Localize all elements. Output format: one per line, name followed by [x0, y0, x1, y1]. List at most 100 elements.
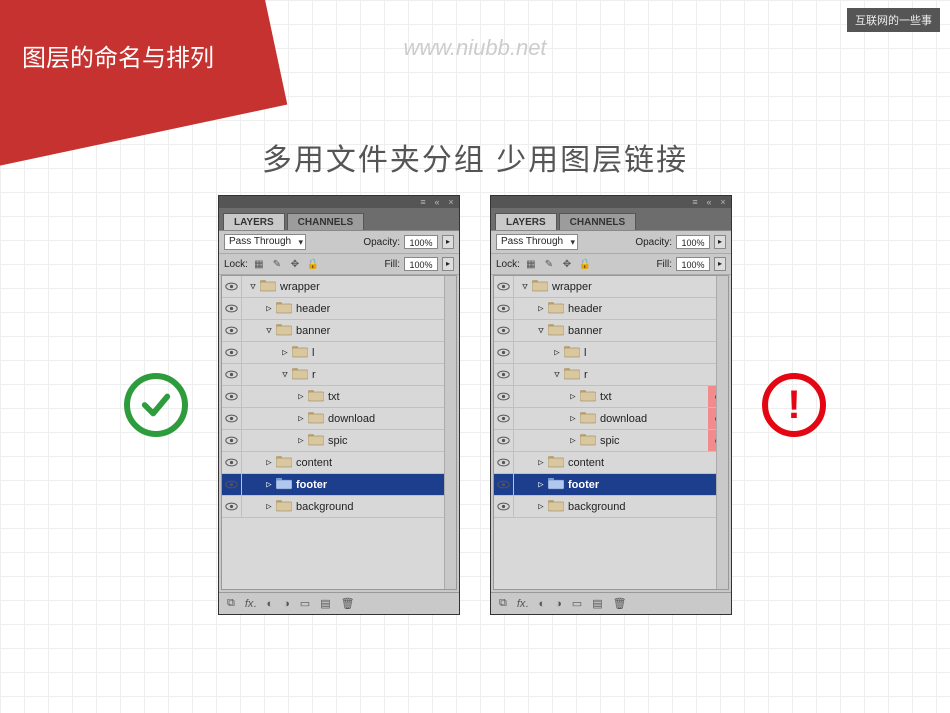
chevron-down-icon[interactable]: ▽	[264, 326, 274, 336]
adjustment-layer-icon[interactable]: ◑	[283, 598, 290, 610]
layer-fx-icon[interactable]: fx.	[245, 598, 257, 610]
chevron-right-icon[interactable]: ▷	[568, 436, 578, 446]
chevron-right-icon[interactable]: ▷	[568, 392, 578, 402]
close-icon[interactable]: ×	[719, 198, 727, 206]
fill-flyout-icon[interactable]: ▸	[714, 257, 726, 271]
layer-row-content[interactable]: ▷content	[494, 452, 728, 474]
visibility-toggle-icon[interactable]	[222, 430, 242, 451]
new-group-icon[interactable]: ▭	[300, 597, 310, 610]
chevron-right-icon[interactable]: ▷	[296, 436, 306, 446]
layer-row-banner[interactable]: ▽banner	[222, 320, 456, 342]
opacity-flyout-icon[interactable]: ▸	[714, 235, 726, 249]
tab-layers[interactable]: LAYERS	[223, 213, 285, 230]
visibility-toggle-icon[interactable]	[494, 474, 514, 495]
visibility-toggle-icon[interactable]	[222, 474, 242, 495]
visibility-toggle-icon[interactable]	[222, 364, 242, 385]
chevron-right-icon[interactable]: ▷	[536, 480, 546, 490]
layer-row-header[interactable]: ▷header	[494, 298, 728, 320]
visibility-toggle-icon[interactable]	[222, 386, 242, 407]
visibility-toggle-icon[interactable]	[494, 452, 514, 473]
chevron-right-icon[interactable]: ▷	[264, 458, 274, 468]
visibility-toggle-icon[interactable]	[222, 496, 242, 517]
visibility-toggle-icon[interactable]	[222, 452, 242, 473]
layer-row-r[interactable]: ▽r	[494, 364, 728, 386]
fill-flyout-icon[interactable]: ▸	[442, 257, 454, 271]
chevron-right-icon[interactable]: ▷	[280, 348, 290, 358]
layer-row-content[interactable]: ▷content	[222, 452, 456, 474]
collapse-icon[interactable]: «	[433, 198, 441, 206]
opacity-input[interactable]: 100%	[404, 235, 438, 249]
layer-row-txt[interactable]: ▷txt	[222, 386, 456, 408]
scrollbar[interactable]	[444, 276, 456, 589]
link-layers-icon[interactable]: ⧉	[499, 597, 507, 610]
fill-input[interactable]: 100%	[404, 257, 438, 271]
layer-row-wrapper[interactable]: ▽wrapper	[494, 276, 728, 298]
chevron-right-icon[interactable]: ▷	[568, 414, 578, 424]
layer-row-header[interactable]: ▷header	[222, 298, 456, 320]
lock-position-icon[interactable]: ✥	[288, 257, 302, 271]
flyout-menu-icon[interactable]: ≡	[691, 198, 699, 206]
chevron-down-icon[interactable]: ▽	[552, 370, 562, 380]
layer-row-download[interactable]: ▷download	[222, 408, 456, 430]
layer-row-spic[interactable]: ▷spic	[494, 430, 728, 452]
layer-row-banner[interactable]: ▽banner	[494, 320, 728, 342]
lock-transparency-icon[interactable]: ▦	[252, 257, 266, 271]
chevron-right-icon[interactable]: ▷	[536, 458, 546, 468]
layer-row-footer[interactable]: ▷footer	[494, 474, 728, 496]
visibility-toggle-icon[interactable]	[494, 342, 514, 363]
close-icon[interactable]: ×	[447, 198, 455, 206]
layer-row-background[interactable]: ▷background	[494, 496, 728, 518]
chevron-right-icon[interactable]: ▷	[552, 348, 562, 358]
layer-row-l[interactable]: ▷l	[494, 342, 728, 364]
chevron-down-icon[interactable]: ▽	[248, 282, 258, 292]
opacity-input[interactable]: 100%	[676, 235, 710, 249]
lock-position-icon[interactable]: ✥	[560, 257, 574, 271]
adjustment-layer-icon[interactable]: ◑	[555, 598, 562, 610]
chevron-right-icon[interactable]: ▷	[296, 414, 306, 424]
blend-mode-select[interactable]: Pass Through	[224, 234, 306, 250]
chevron-down-icon[interactable]: ▽	[280, 370, 290, 380]
new-group-icon[interactable]: ▭	[572, 597, 582, 610]
chevron-down-icon[interactable]: ▽	[520, 282, 530, 292]
layer-row-l[interactable]: ▷l	[222, 342, 456, 364]
lock-all-icon[interactable]: 🔒	[306, 257, 320, 271]
chevron-right-icon[interactable]: ▷	[264, 502, 274, 512]
chevron-right-icon[interactable]: ▷	[296, 392, 306, 402]
layer-row-footer[interactable]: ▷footer	[222, 474, 456, 496]
visibility-toggle-icon[interactable]	[494, 276, 514, 297]
visibility-toggle-icon[interactable]	[222, 276, 242, 297]
visibility-toggle-icon[interactable]	[494, 364, 514, 385]
chevron-down-icon[interactable]: ▽	[536, 326, 546, 336]
lock-all-icon[interactable]: 🔒	[578, 257, 592, 271]
layer-row-background[interactable]: ▷background	[222, 496, 456, 518]
visibility-toggle-icon[interactable]	[222, 320, 242, 341]
layer-mask-icon[interactable]: ◐	[538, 598, 545, 610]
layer-row-txt[interactable]: ▷txt	[494, 386, 728, 408]
lock-paint-icon[interactable]: ✎	[542, 257, 556, 271]
visibility-toggle-icon[interactable]	[494, 408, 514, 429]
visibility-toggle-icon[interactable]	[494, 496, 514, 517]
lock-paint-icon[interactable]: ✎	[270, 257, 284, 271]
layer-row-spic[interactable]: ▷spic	[222, 430, 456, 452]
lock-transparency-icon[interactable]: ▦	[524, 257, 538, 271]
new-layer-icon[interactable]: ▤	[320, 597, 330, 610]
visibility-toggle-icon[interactable]	[222, 408, 242, 429]
collapse-icon[interactable]: «	[705, 198, 713, 206]
layer-row-download[interactable]: ▷download	[494, 408, 728, 430]
scrollbar[interactable]	[716, 276, 728, 589]
new-layer-icon[interactable]: ▤	[592, 597, 602, 610]
layer-mask-icon[interactable]: ◐	[266, 598, 273, 610]
delete-layer-icon[interactable]: 🗑	[613, 597, 627, 610]
tab-layers[interactable]: LAYERS	[495, 213, 557, 230]
chevron-right-icon[interactable]: ▷	[264, 480, 274, 490]
visibility-toggle-icon[interactable]	[222, 298, 242, 319]
visibility-toggle-icon[interactable]	[494, 320, 514, 341]
delete-layer-icon[interactable]: 🗑	[341, 597, 355, 610]
visibility-toggle-icon[interactable]	[494, 430, 514, 451]
tab-channels[interactable]: CHANNELS	[559, 213, 637, 230]
chevron-right-icon[interactable]: ▷	[536, 502, 546, 512]
layer-fx-icon[interactable]: fx.	[517, 598, 529, 610]
blend-mode-select[interactable]: Pass Through	[496, 234, 578, 250]
visibility-toggle-icon[interactable]	[494, 386, 514, 407]
layer-row-r[interactable]: ▽r	[222, 364, 456, 386]
